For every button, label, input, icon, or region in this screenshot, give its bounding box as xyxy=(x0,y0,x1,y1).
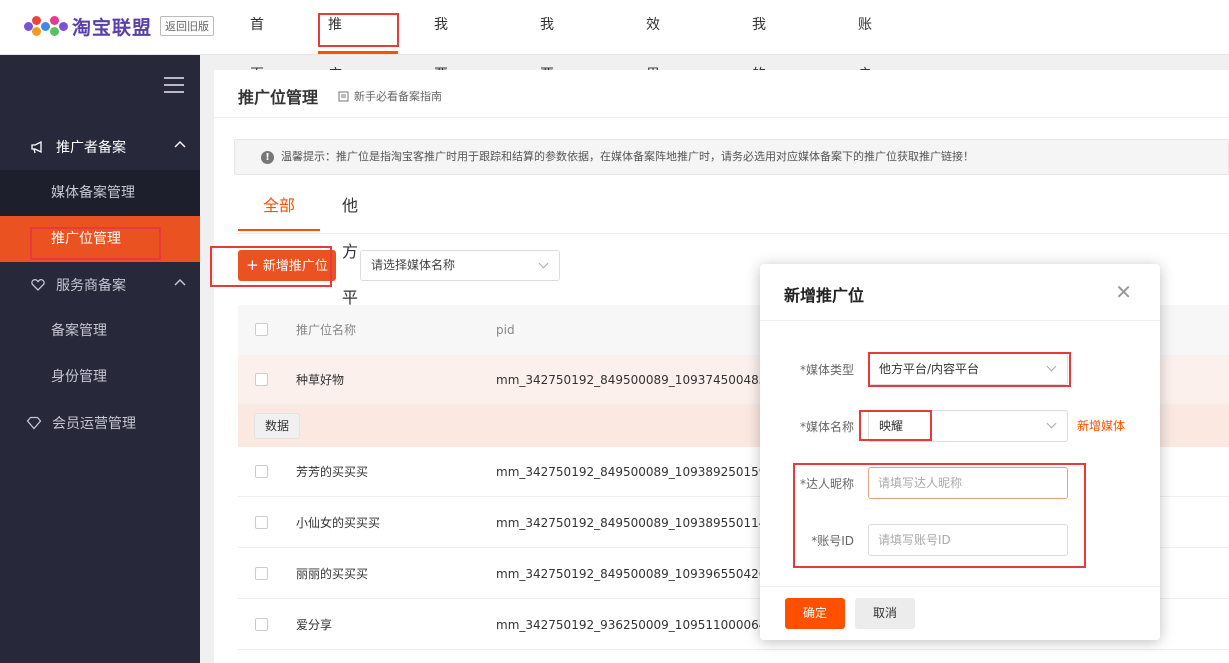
data-button[interactable]: 数据 xyxy=(254,413,300,439)
media-type-value: 他方平台/内容平台 xyxy=(879,362,980,376)
add-adzone-button[interactable]: + 新增推广位 xyxy=(238,250,336,281)
nav-active-indicator xyxy=(318,51,398,54)
nav-item-promote[interactable]: 我要推广 xyxy=(434,0,448,183)
book-icon xyxy=(338,91,349,101)
row-pid: mm_342750192_849500089_109374500485 xyxy=(496,373,767,387)
row-pid: mm_342750192_936250009_109511000064 xyxy=(496,618,767,632)
sidebar-item-identity-management[interactable]: 身份管理 xyxy=(0,354,200,400)
media-name-value: 映耀 xyxy=(879,419,904,433)
sidebar-group-label: 推广者备案 xyxy=(56,140,126,156)
row-name: 爱分享 xyxy=(296,618,333,632)
media-name-label: *媒体名称 xyxy=(799,420,854,434)
row-pid: mm_342750192_849500089_109396550426 xyxy=(496,567,767,581)
row-pid: mm_342750192_849500089_109389250159 xyxy=(496,465,767,479)
page-header: 推广位管理 新手必看备案指南 xyxy=(214,70,1229,118)
notice-banner: ! 温馨提示：推广位是指淘宝客推广时用于跟踪和结算的参数依据，在媒体备案阵地推广… xyxy=(234,139,1229,175)
account-id-input[interactable] xyxy=(868,524,1068,556)
column-header-name: 推广位名称 xyxy=(296,323,357,337)
diamond-icon xyxy=(26,416,42,430)
sidebar: 推广者备案 媒体备案管理 推广位管理 服务商备案 备案管理 身份管理 会员运营管… xyxy=(0,55,200,663)
brand-logo[interactable]: 淘宝联盟 返回旧版 xyxy=(24,12,215,40)
tab-divider xyxy=(234,233,1229,234)
sidebar-group-provider-filing[interactable]: 服务商备案 xyxy=(0,262,200,308)
dialog-footer-divider xyxy=(760,586,1160,587)
chevron-down-icon xyxy=(538,258,549,269)
back-to-old-version-link[interactable]: 返回旧版 xyxy=(160,16,215,36)
menu-toggle-icon[interactable] xyxy=(164,77,184,98)
row-name: 小仙女的买买买 xyxy=(296,516,381,530)
row-checkbox[interactable] xyxy=(255,465,268,478)
nav-item-promotion-management[interactable]: 推广管理 xyxy=(328,0,342,183)
close-icon[interactable]: ✕ xyxy=(1115,282,1132,302)
row-name: 种草好物 xyxy=(296,373,345,387)
row-checkbox[interactable] xyxy=(255,373,268,386)
media-type-select[interactable]: 他方平台/内容平台 xyxy=(868,353,1068,385)
sidebar-item-media-filing[interactable]: 媒体备案管理 xyxy=(0,170,200,216)
confirm-button[interactable]: 确定 xyxy=(785,598,845,629)
chevron-down-icon xyxy=(1046,418,1057,429)
nav-item-reports[interactable]: 效果报表 xyxy=(646,0,660,183)
plus-icon: + xyxy=(246,256,259,274)
sidebar-group-promoter-filing[interactable]: 推广者备案 xyxy=(0,124,200,170)
row-checkbox[interactable] xyxy=(255,516,268,529)
dialog-title: 新增推广位 xyxy=(784,286,865,305)
notice-text: 温馨提示：推广位是指淘宝客推广时用于跟踪和结算的参数依据，在媒体备案阵地推广时，… xyxy=(281,150,974,163)
sidebar-group-member-operations[interactable]: 会员运营管理 xyxy=(0,400,200,446)
nickname-input[interactable] xyxy=(868,467,1068,499)
info-icon: ! xyxy=(261,151,274,164)
beginner-guide-link[interactable]: 新手必看备案指南 xyxy=(338,88,442,104)
alliance-logo-icon xyxy=(24,14,68,38)
add-media-link[interactable]: 新增媒体 xyxy=(1077,417,1125,434)
guide-label: 新手必看备案指南 xyxy=(354,90,442,103)
row-pid: mm_342750192_849500089_109389550114 xyxy=(496,516,767,530)
account-id-label: *账号ID xyxy=(811,534,854,548)
row-name: 丽丽的买买买 xyxy=(296,567,369,581)
heart-hands-icon xyxy=(31,279,45,291)
nickname-label: *达人昵称 xyxy=(799,477,854,491)
row-checkbox[interactable] xyxy=(255,567,268,580)
select-all-checkbox[interactable] xyxy=(255,323,268,336)
cancel-button[interactable]: 取消 xyxy=(855,598,915,629)
brand-name: 淘宝联盟 xyxy=(72,16,153,39)
tab-all[interactable]: 全部 xyxy=(238,183,320,231)
sidebar-item-adzone-management[interactable]: 推广位管理 xyxy=(0,216,200,262)
chevron-up-icon xyxy=(174,140,186,148)
media-type-label: *媒体类型 xyxy=(799,363,854,377)
row-name: 芳芳的买买买 xyxy=(296,465,369,479)
add-adzone-label: 新增推广位 xyxy=(262,259,328,274)
top-navbar: 淘宝联盟 返回旧版 首页 推广管理 我要推广 我要招商 效果报表 我的工具 账户… xyxy=(0,0,1229,183)
nav-item-merchant-recruit[interactable]: 我要招商 xyxy=(540,0,554,183)
nav-item-tools[interactable]: 我的工具 xyxy=(752,0,766,183)
row-checkbox[interactable] xyxy=(255,618,268,631)
add-adzone-dialog: 新增推广位 ✕ *媒体类型 他方平台/内容平台 *媒体名称 映耀 新增媒体 *达… xyxy=(760,264,1160,640)
nav-item-account[interactable]: 账户管理 xyxy=(858,0,872,183)
megaphone-icon xyxy=(31,140,42,154)
media-name-select[interactable]: 映耀 xyxy=(868,410,1068,442)
media-name-select[interactable]: 请选择媒体名称 xyxy=(360,250,560,281)
chevron-up-icon xyxy=(174,278,186,286)
sidebar-group-label: 会员运营管理 xyxy=(52,416,136,432)
page-title: 推广位管理 xyxy=(238,88,319,107)
media-select-placeholder: 请选择媒体名称 xyxy=(371,258,456,272)
nav-item-home[interactable]: 首页 xyxy=(250,0,264,83)
sidebar-group-label: 服务商备案 xyxy=(56,278,126,294)
chevron-down-icon xyxy=(1046,361,1057,372)
tab-third-party-platform[interactable]: 他方平台 xyxy=(342,183,358,353)
sidebar-item-filing-management[interactable]: 备案管理 xyxy=(0,308,200,354)
dialog-header-divider xyxy=(760,320,1160,321)
column-header-pid: pid xyxy=(496,323,515,337)
